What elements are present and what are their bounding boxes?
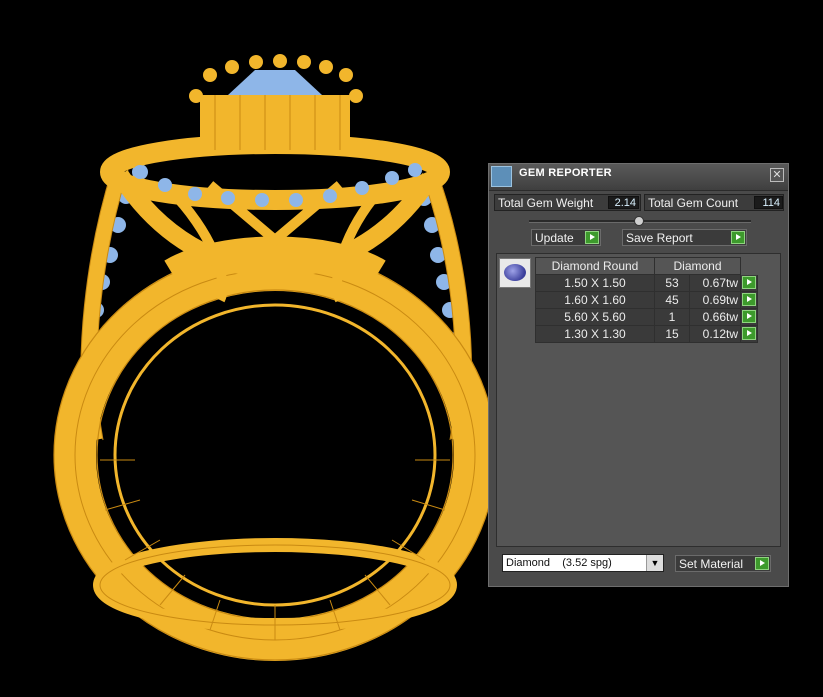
gem-size: 1.30 X 1.30 bbox=[535, 325, 655, 343]
ring-band bbox=[54, 249, 496, 661]
table-row[interactable]: 5.60 X 5.60 1 0.66tw bbox=[535, 308, 758, 326]
total-gem-count: Total Gem Count 114 bbox=[644, 194, 784, 211]
center-stone bbox=[228, 70, 322, 95]
diamond-gem-icon[interactable] bbox=[499, 258, 531, 288]
gem-size: 1.50 X 1.50 bbox=[535, 274, 655, 292]
total-gem-weight-value: 2.14 bbox=[608, 196, 639, 209]
gem-count: 45 bbox=[654, 291, 690, 309]
play-arrow-icon[interactable] bbox=[742, 310, 756, 323]
gem-reporter-panel: GEM REPORTER ✕ Total Gem Weight 2.14 Tot… bbox=[488, 163, 789, 587]
table-header: Diamond Round Diamond bbox=[535, 257, 758, 275]
gem-table: Diamond Round Diamond 1.50 X 1.50 53 0.6… bbox=[535, 257, 758, 343]
panel-titlebar[interactable]: GEM REPORTER ✕ bbox=[489, 164, 788, 191]
play-arrow-icon bbox=[585, 231, 599, 244]
gem-size: 1.60 X 1.60 bbox=[535, 291, 655, 309]
table-row[interactable]: 1.30 X 1.30 15 0.12tw bbox=[535, 325, 758, 343]
gem-size: 5.60 X 5.60 bbox=[535, 308, 655, 326]
collapse-handle[interactable] bbox=[634, 216, 644, 226]
play-arrow-icon[interactable] bbox=[742, 327, 756, 340]
play-arrow-icon bbox=[731, 231, 745, 244]
close-button[interactable]: ✕ bbox=[770, 168, 784, 182]
table-row[interactable]: 1.60 X 1.60 45 0.69tw bbox=[535, 291, 758, 309]
set-material-button-label: Set Material bbox=[679, 557, 744, 571]
total-gem-count-value: 114 bbox=[754, 196, 783, 209]
gem-weight: 0.12tw bbox=[689, 325, 741, 343]
gem-count: 1 bbox=[654, 308, 690, 326]
total-gem-weight: Total Gem Weight 2.14 bbox=[494, 194, 641, 211]
column-header-shape: Diamond Round bbox=[535, 257, 655, 275]
total-gem-count-label: Total Gem Count bbox=[648, 196, 739, 210]
play-arrow-icon[interactable] bbox=[742, 293, 756, 306]
column-header-material: Diamond bbox=[654, 257, 741, 275]
material-select[interactable]: Diamond (3.52 spg) ▼ bbox=[502, 554, 664, 572]
table-row[interactable]: 1.50 X 1.50 53 0.67tw bbox=[535, 274, 758, 292]
gem-weight: 0.66tw bbox=[689, 308, 741, 326]
total-gem-weight-label: Total Gem Weight bbox=[498, 196, 594, 210]
save-report-button[interactable]: Save Report bbox=[622, 229, 747, 246]
gem-weight: 0.69tw bbox=[689, 291, 741, 309]
save-report-button-label: Save Report bbox=[626, 231, 693, 245]
set-material-button[interactable]: Set Material bbox=[675, 555, 771, 572]
play-arrow-icon[interactable] bbox=[742, 276, 756, 289]
update-button-label: Update bbox=[535, 231, 574, 245]
gem-weight: 0.67tw bbox=[689, 274, 741, 292]
panel-title: GEM REPORTER bbox=[519, 167, 612, 179]
material-select-value: Diamond (3.52 spg) bbox=[506, 557, 612, 569]
update-button[interactable]: Update bbox=[531, 229, 601, 246]
gem-count: 15 bbox=[654, 325, 690, 343]
gem-reporter-icon bbox=[491, 166, 512, 187]
gem-count: 53 bbox=[654, 274, 690, 292]
center-setting bbox=[200, 95, 350, 150]
dropdown-arrow-icon[interactable]: ▼ bbox=[646, 555, 663, 571]
play-arrow-icon bbox=[755, 557, 769, 570]
